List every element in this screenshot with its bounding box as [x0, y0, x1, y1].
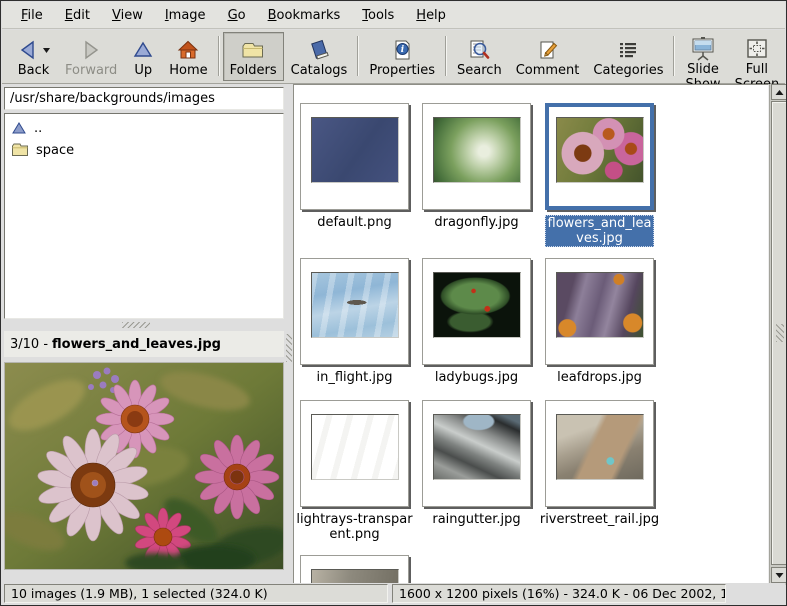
back-button[interactable]: Back	[9, 32, 58, 81]
scrollbar-grip	[776, 324, 784, 342]
selected-filename: flowers_and_leaves.jpg	[52, 337, 221, 352]
thumbnail-card[interactable]	[545, 400, 654, 507]
home-icon	[176, 36, 200, 63]
thumbnail-label[interactable]: dragonfly.jpg	[416, 215, 537, 230]
thumbnail-card[interactable]	[300, 258, 409, 365]
folder-icon	[11, 143, 29, 157]
back-icon	[16, 38, 40, 62]
thumbnail-label[interactable]: in_flight.jpg	[294, 370, 415, 385]
menu-view[interactable]: View	[101, 4, 154, 27]
svg-text:i: i	[401, 45, 405, 55]
slideshow-button[interactable]: Slide Show	[678, 32, 727, 81]
info-page-icon: i	[390, 36, 414, 63]
thumbnail-card[interactable]	[300, 103, 409, 210]
comment-icon	[536, 36, 560, 63]
preview-pane	[4, 362, 284, 570]
toolbar-separator	[445, 36, 447, 76]
thumbnail-image[interactable]	[433, 414, 521, 480]
home-button[interactable]: Home	[162, 32, 214, 81]
toolbar-separator	[357, 36, 359, 76]
book-icon	[307, 36, 331, 63]
folder-item-parent[interactable]: ..	[7, 117, 281, 139]
up-dir-icon	[11, 121, 27, 135]
thumbnail-label[interactable]: raingutter.jpg	[416, 512, 537, 527]
gthumb-window: File Edit View Image Go Bookmarks Tools …	[0, 0, 787, 606]
thumbnail-card[interactable]	[300, 400, 409, 507]
thumbnail-image[interactable]	[311, 414, 399, 480]
forward-button[interactable]: Forward	[58, 32, 124, 81]
thumbnail-card[interactable]	[422, 400, 531, 507]
fullscreen-button[interactable]: Full Screen	[728, 32, 787, 81]
forward-icon	[79, 36, 103, 63]
status-bar: 10 images (1.9 MB), 1 selected (324.0 K)…	[2, 583, 785, 604]
thumbnail-image[interactable]	[433, 117, 521, 183]
thumbnail-label[interactable]: ladybugs.jpg	[416, 370, 537, 385]
horizontal-pane-splitter[interactable]	[4, 320, 284, 330]
menu-file[interactable]: File	[10, 4, 54, 27]
path-entry[interactable]: /usr/share/backgrounds/images	[4, 87, 284, 110]
thumbnail-label[interactable]: default.png	[294, 215, 415, 230]
up-icon	[131, 36, 155, 63]
menu-help[interactable]: Help	[405, 4, 457, 27]
slideshow-icon	[689, 36, 717, 62]
scroll-up-icon	[775, 89, 784, 96]
comment-button[interactable]: Comment	[509, 32, 587, 81]
thumbnail-label[interactable]: flowers_and_leaves.jpg	[545, 215, 654, 247]
menu-bookmarks[interactable]: Bookmarks	[257, 4, 352, 27]
search-button[interactable]: Search	[450, 32, 509, 81]
toolbar-separator	[673, 36, 675, 76]
categories-icon	[616, 36, 640, 63]
menu-image[interactable]: Image	[154, 4, 217, 27]
thumbnail-card[interactable]	[545, 103, 654, 210]
back-dropdown-icon[interactable]	[42, 46, 51, 54]
toolbar-separator	[218, 36, 220, 76]
menu-tools[interactable]: Tools	[351, 4, 405, 27]
splitter-grip	[286, 334, 292, 362]
thumbnail-browser: default.png dragonfly.jpg flowers_and_le…	[293, 84, 769, 585]
splitter-grip	[122, 322, 150, 328]
categories-button[interactable]: Categories	[586, 32, 670, 81]
menu-edit[interactable]: Edit	[54, 4, 101, 27]
scroll-down-button[interactable]	[771, 567, 787, 583]
toolbar: Back Forward Up Home Folders Catalogs i …	[2, 30, 785, 84]
folders-button[interactable]: Folders	[223, 32, 284, 81]
folder-list: .. space	[4, 113, 284, 319]
selection-info: 3/10 - flowers_and_leaves.jpg	[4, 331, 284, 357]
menu-go[interactable]: Go	[217, 4, 257, 27]
thumbnail-label[interactable]: riverstreet_rail.jpg	[539, 512, 660, 527]
vertical-scrollbar[interactable]	[769, 84, 787, 585]
thumbnail-card[interactable]	[422, 258, 531, 365]
thumbnail-card[interactable]	[422, 103, 531, 210]
thumbnail-card[interactable]	[300, 555, 409, 585]
thumbnail-image[interactable]	[311, 117, 399, 183]
preview-image	[5, 363, 283, 569]
thumbnail-image[interactable]	[556, 272, 644, 338]
scrollbar-thumb[interactable]	[771, 101, 787, 565]
image-counter: 3/10 -	[10, 337, 48, 352]
thumbnail-image[interactable]	[433, 272, 521, 338]
scroll-up-button[interactable]	[771, 84, 787, 100]
status-images-summary: 10 images (1.9 MB), 1 selected (324.0 K)	[4, 584, 388, 603]
thumbnail-image[interactable]	[556, 117, 644, 183]
thumbnail-image[interactable]	[556, 414, 644, 480]
search-icon	[467, 36, 491, 63]
scroll-down-icon	[775, 572, 784, 579]
fullscreen-icon	[744, 36, 770, 62]
folder-item-space[interactable]: space	[7, 139, 281, 161]
thumbnail-card[interactable]	[545, 258, 654, 365]
status-image-details: 1600 x 1200 pixels (16%) - 324.0 K - 06 …	[392, 584, 726, 603]
thumbnail-image[interactable]	[311, 272, 399, 338]
menu-bar: File Edit View Image Go Bookmarks Tools …	[2, 2, 785, 29]
vertical-pane-splitter[interactable]	[285, 84, 293, 585]
thumbnail-label[interactable]: lightrays-transparent.png	[294, 512, 415, 542]
properties-button[interactable]: i Properties	[362, 32, 442, 81]
folder-icon	[240, 36, 266, 63]
up-button[interactable]: Up	[124, 32, 162, 81]
catalogs-button[interactable]: Catalogs	[284, 32, 355, 81]
thumbnail-label[interactable]: leafdrops.jpg	[539, 370, 660, 385]
